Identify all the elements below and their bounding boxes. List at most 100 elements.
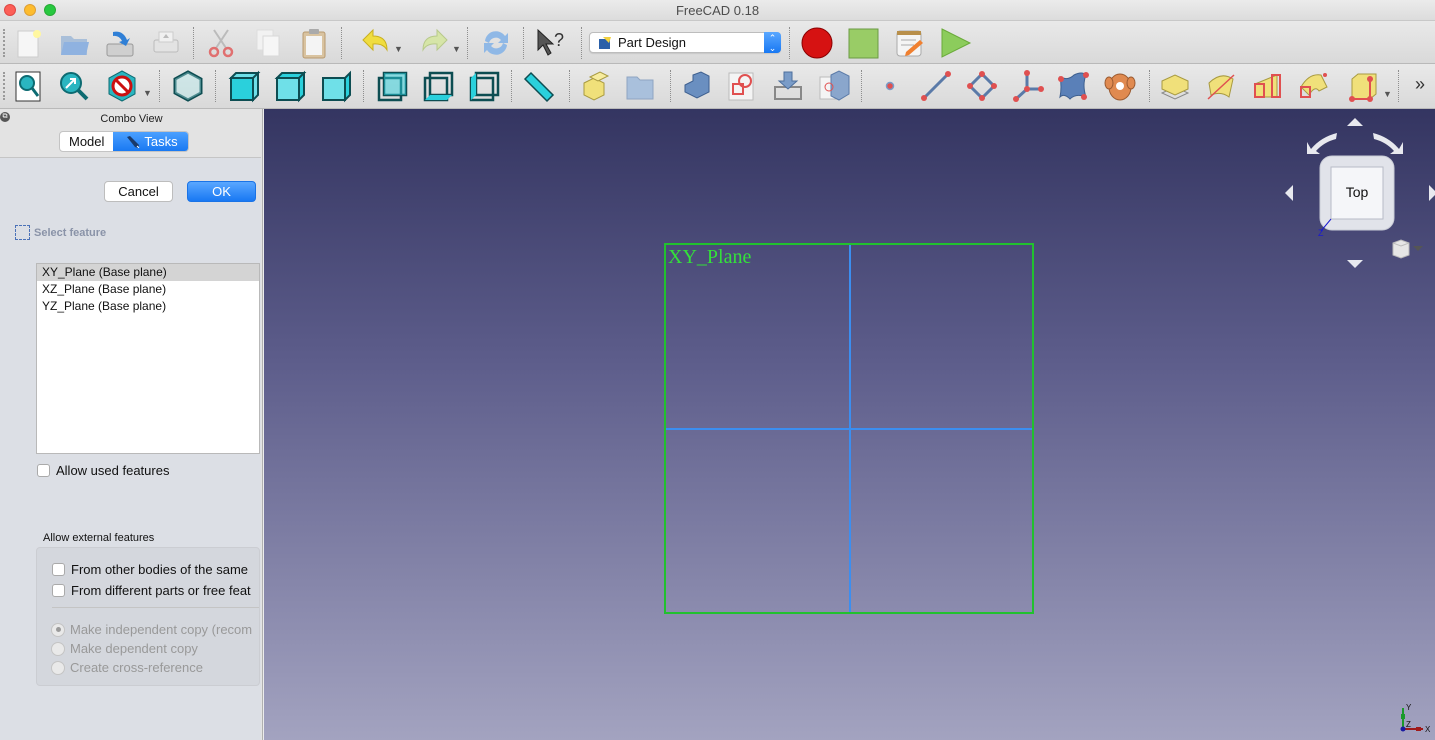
3d-viewport[interactable]: XY_Plane Top Z Y Z X [264, 109, 1435, 740]
lcs-button[interactable] [1010, 68, 1046, 104]
cross-reference-option[interactable]: Create cross-reference [51, 660, 203, 675]
create-part-button[interactable] [622, 68, 658, 104]
view-isometric-button[interactable] [170, 68, 206, 104]
print-document-button[interactable] [148, 25, 184, 61]
open-document-button[interactable] [56, 25, 92, 61]
feature-list-item[interactable]: XY_Plane (Base plane) [37, 264, 259, 281]
redo-dropdown-arrow[interactable]: ▼ [452, 44, 461, 54]
new-document-button[interactable] [10, 25, 46, 61]
dependent-copy-label: Make dependent copy [70, 641, 198, 656]
rotate-left-icon[interactable] [1307, 133, 1337, 154]
undo-icon [362, 28, 388, 52]
undo-dropdown-arrow[interactable]: ▼ [394, 44, 403, 54]
datum-line-button[interactable] [918, 68, 954, 104]
toolbar-grip[interactable] [3, 29, 6, 57]
navigation-cube[interactable]: Top Z [1275, 109, 1435, 279]
save-document-button[interactable] [102, 25, 138, 61]
from-other-bodies-row[interactable]: From other bodies of the same [52, 562, 248, 577]
view-rear-button[interactable] [374, 68, 410, 104]
nav-left-arrow-icon[interactable] [1285, 185, 1293, 201]
stop-icon [848, 28, 879, 59]
additive-loft-button[interactable] [1249, 68, 1285, 104]
print-icon [153, 31, 179, 53]
paste-button[interactable] [296, 25, 332, 61]
create-body-button[interactable] [577, 68, 613, 104]
create-shapebinder-button[interactable] [678, 68, 714, 104]
macro-stop-button[interactable] [845, 25, 881, 61]
toolbar-separator [581, 27, 582, 59]
tab-tasks[interactable]: Tasks [113, 132, 188, 151]
toolbar-separator [569, 70, 570, 102]
allow-used-features-checkbox[interactable] [37, 464, 50, 477]
nav-up-arrow-icon[interactable] [1347, 118, 1363, 126]
macro-edit-button[interactable] [891, 25, 927, 61]
from-other-bodies-checkbox[interactable] [52, 563, 65, 576]
isometric-cube-icon [173, 70, 203, 102]
view-top-button[interactable] [272, 68, 308, 104]
rotate-right-icon[interactable] [1373, 133, 1403, 154]
revolution-button[interactable] [1203, 68, 1239, 104]
macro-record-button[interactable] [799, 25, 835, 61]
tab-tasks-label: Tasks [144, 134, 178, 149]
sub-shape-binder-button[interactable] [816, 68, 852, 104]
macro-run-button[interactable] [937, 25, 973, 61]
independent-copy-radio[interactable] [51, 622, 65, 637]
dependent-copy-radio[interactable] [51, 641, 65, 656]
from-different-parts-checkbox[interactable] [52, 584, 65, 597]
tab-model[interactable]: Model [60, 132, 113, 151]
external-features-group: From other bodies of the same From diffe… [36, 547, 260, 686]
ruler-icon [523, 71, 555, 103]
measure-distance-button[interactable] [520, 68, 556, 104]
feature-list-item[interactable]: XZ_Plane (Base plane) [37, 281, 259, 298]
dependent-copy-option[interactable]: Make dependent copy [51, 641, 198, 656]
additive-primitive-dropdown-arrow[interactable]: ▼ [1383, 89, 1392, 99]
clone-button[interactable] [770, 68, 806, 104]
view-left-button[interactable] [466, 68, 502, 104]
create-sketch-button[interactable] [724, 68, 760, 104]
draw-style-dropdown-arrow[interactable]: ▼ [143, 88, 152, 98]
additive-primitive-button[interactable] [1346, 68, 1382, 104]
independent-copy-option[interactable]: Make independent copy (recom [51, 622, 252, 637]
toolbar-grip[interactable] [3, 72, 6, 100]
shape-binder-button[interactable] [1056, 68, 1092, 104]
cancel-button[interactable]: Cancel [104, 181, 173, 202]
nav-right-arrow-icon[interactable] [1429, 185, 1435, 201]
redo-button[interactable] [416, 25, 452, 61]
datum-plane-button[interactable] [964, 68, 1000, 104]
view-bottom-button[interactable] [420, 68, 456, 104]
from-different-parts-row[interactable]: From different parts or free feat [52, 583, 251, 598]
y-axis-label: Y [1406, 703, 1412, 712]
whats-this-button[interactable]: ? [533, 25, 569, 61]
xy-plane[interactable]: XY_Plane [664, 243, 1034, 614]
fit-all-button[interactable] [10, 68, 46, 104]
feature-list[interactable]: XY_Plane (Base plane) XZ_Plane (Base pla… [36, 263, 260, 454]
view-menu-cube-icon[interactable] [1392, 239, 1423, 259]
part-design-icon [599, 37, 611, 49]
navcube-z-label: Z [1318, 228, 1324, 238]
feature-list-item[interactable]: YZ_Plane (Base plane) [37, 298, 259, 315]
refresh-button[interactable] [478, 25, 514, 61]
view-front-button[interactable] [226, 68, 262, 104]
undo-button[interactable] [358, 25, 394, 61]
toolbar-overflow-button[interactable]: » [1415, 74, 1425, 95]
toolbar-separator [861, 70, 862, 102]
view-right-button[interactable] [318, 68, 354, 104]
validate-sketch-button[interactable] [1102, 68, 1138, 104]
draw-style-button[interactable] [104, 68, 140, 104]
toolbar-separator [215, 70, 216, 102]
combo-view-title: Combo View [100, 113, 163, 125]
cut-button[interactable] [203, 25, 239, 61]
workbench-selector[interactable]: Part Design ⌃ ⌄ [589, 32, 781, 53]
datum-point-button[interactable] [872, 68, 908, 104]
ok-button[interactable]: OK [187, 181, 256, 202]
binder-surface-icon [1058, 72, 1089, 100]
fit-selection-button[interactable] [56, 68, 92, 104]
pad-button[interactable] [1157, 68, 1193, 104]
additive-pipe-button[interactable] [1295, 68, 1331, 104]
left-cube-icon [469, 71, 500, 102]
cross-reference-radio[interactable] [51, 660, 65, 675]
view-toolbar: ▼ ▼ » [0, 64, 1435, 109]
nav-down-arrow-icon[interactable] [1347, 260, 1363, 268]
allow-used-features-row[interactable]: Allow used features [37, 463, 169, 478]
copy-button[interactable] [250, 25, 286, 61]
